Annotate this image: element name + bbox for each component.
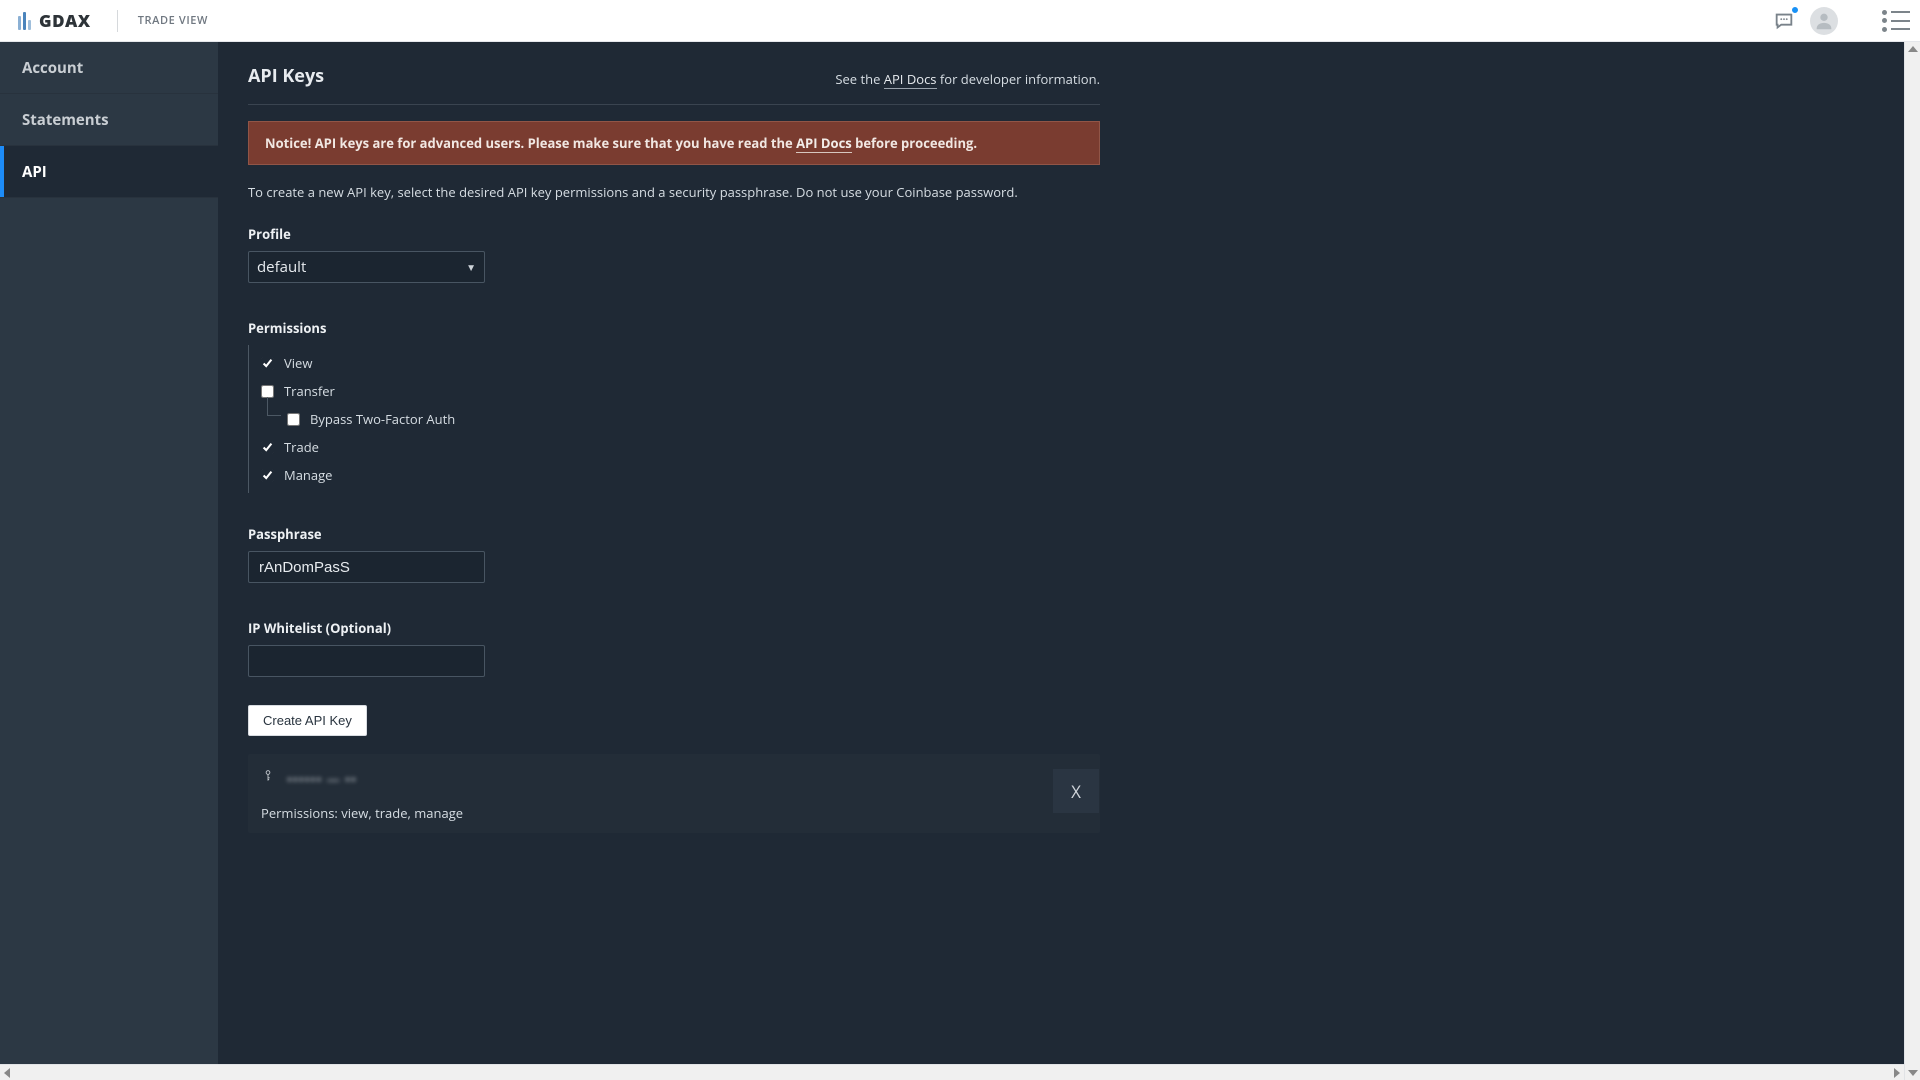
whitelist-input[interactable] bbox=[248, 645, 485, 677]
main-body: Account Statements API API Keys See the … bbox=[0, 42, 1904, 1064]
create-api-key-button[interactable]: Create API Key bbox=[248, 705, 367, 736]
header-right bbox=[1772, 7, 1910, 35]
avatar-icon[interactable] bbox=[1810, 7, 1838, 35]
permission-label: View bbox=[284, 354, 312, 372]
sidebar-item-account[interactable]: Account bbox=[0, 42, 218, 94]
chevron-down-icon: ▼ bbox=[466, 260, 476, 274]
scroll-down-icon bbox=[1908, 1070, 1918, 1076]
permission-label: Transfer bbox=[284, 382, 335, 400]
scroll-left-icon bbox=[4, 1068, 10, 1078]
passphrase-input[interactable] bbox=[248, 551, 485, 583]
sidebar: Account Statements API bbox=[0, 42, 218, 1064]
passphrase-field: Passphrase bbox=[248, 525, 1100, 583]
permission-trade-checkbox[interactable] bbox=[261, 441, 274, 454]
trade-view-link[interactable]: TRADE VIEW bbox=[138, 13, 208, 28]
whitelist-field: IP Whitelist (Optional) bbox=[248, 619, 1100, 677]
profile-label: Profile bbox=[248, 225, 1100, 243]
horizontal-scrollbar[interactable] bbox=[0, 1064, 1904, 1080]
permission-label: Bypass Two-Factor Auth bbox=[310, 410, 455, 428]
permission-transfer-checkbox[interactable] bbox=[261, 385, 274, 398]
logo-text: GDAX bbox=[39, 9, 91, 32]
sidebar-item-label: Statements bbox=[22, 110, 109, 130]
delete-api-key-button[interactable]: X bbox=[1053, 769, 1099, 813]
permission-transfer[interactable]: Transfer bbox=[261, 377, 1100, 405]
api-docs-hint: See the API Docs for developer informati… bbox=[835, 70, 1100, 88]
main-panel: API Keys See the API Docs for developer … bbox=[218, 42, 1904, 1064]
permissions-field: Permissions View Transfer bbox=[248, 319, 1100, 493]
page-title: API Keys bbox=[248, 64, 324, 88]
profile-field: Profile default ▼ bbox=[248, 225, 1100, 283]
permissions-label: Permissions bbox=[248, 319, 1100, 337]
api-key-permissions: Permissions: view, trade, manage bbox=[261, 804, 1087, 822]
scroll-right-icon bbox=[1894, 1068, 1900, 1078]
permission-view-checkbox[interactable] bbox=[261, 357, 274, 370]
logo-bars-icon bbox=[18, 12, 31, 30]
main-area: Account Statements API API Keys See the … bbox=[0, 42, 1904, 1080]
sidebar-item-statements[interactable]: Statements bbox=[0, 94, 218, 146]
menu-icon[interactable] bbox=[1882, 10, 1910, 32]
permission-view[interactable]: View bbox=[261, 349, 1100, 377]
passphrase-label: Passphrase bbox=[248, 525, 1100, 543]
permission-label: Trade bbox=[284, 438, 319, 456]
api-docs-link[interactable]: API Docs bbox=[884, 70, 937, 89]
api-key-card: •••••• — •• Permissions: view, trade, ma… bbox=[248, 754, 1100, 833]
sidebar-item-label: Account bbox=[22, 58, 83, 78]
logo[interactable]: GDAX bbox=[18, 9, 91, 32]
header-left: GDAX TRADE VIEW bbox=[18, 9, 208, 32]
description-text: To create a new API key, select the desi… bbox=[248, 183, 1100, 201]
panel-header: API Keys See the API Docs for developer … bbox=[248, 64, 1100, 105]
permission-bypass-2fa[interactable]: Bypass Two-Factor Auth bbox=[271, 405, 1100, 433]
sidebar-item-label: API bbox=[22, 162, 47, 182]
sidebar-item-api[interactable]: API bbox=[0, 146, 218, 198]
close-icon: X bbox=[1071, 780, 1081, 803]
permission-manage[interactable]: Manage bbox=[261, 461, 1100, 489]
permissions-list: View Transfer Bypass Two-Factor Auth bbox=[248, 345, 1100, 493]
notice-banner: Notice! API keys are for advanced users.… bbox=[248, 121, 1100, 165]
notice-api-docs-link[interactable]: API Docs bbox=[796, 134, 852, 153]
permission-label: Manage bbox=[284, 466, 332, 484]
api-key-masked-label: •••••• — •• bbox=[287, 770, 357, 788]
profile-select[interactable]: default ▼ bbox=[248, 251, 485, 283]
header-divider bbox=[117, 10, 118, 32]
whitelist-label: IP Whitelist (Optional) bbox=[248, 619, 1100, 637]
permission-bypass-2fa-checkbox[interactable] bbox=[287, 413, 300, 426]
profile-selected-value: default bbox=[257, 257, 306, 277]
vertical-scrollbar[interactable] bbox=[1904, 42, 1920, 1080]
messages-icon[interactable] bbox=[1772, 9, 1796, 33]
permission-manage-checkbox[interactable] bbox=[261, 469, 274, 482]
key-icon bbox=[261, 765, 275, 792]
content-wrapper: Account Statements API API Keys See the … bbox=[0, 42, 1920, 1080]
notification-dot-icon bbox=[1790, 5, 1800, 15]
scroll-up-icon bbox=[1908, 46, 1918, 52]
app-header: GDAX TRADE VIEW bbox=[0, 0, 1920, 42]
permission-trade[interactable]: Trade bbox=[261, 433, 1100, 461]
